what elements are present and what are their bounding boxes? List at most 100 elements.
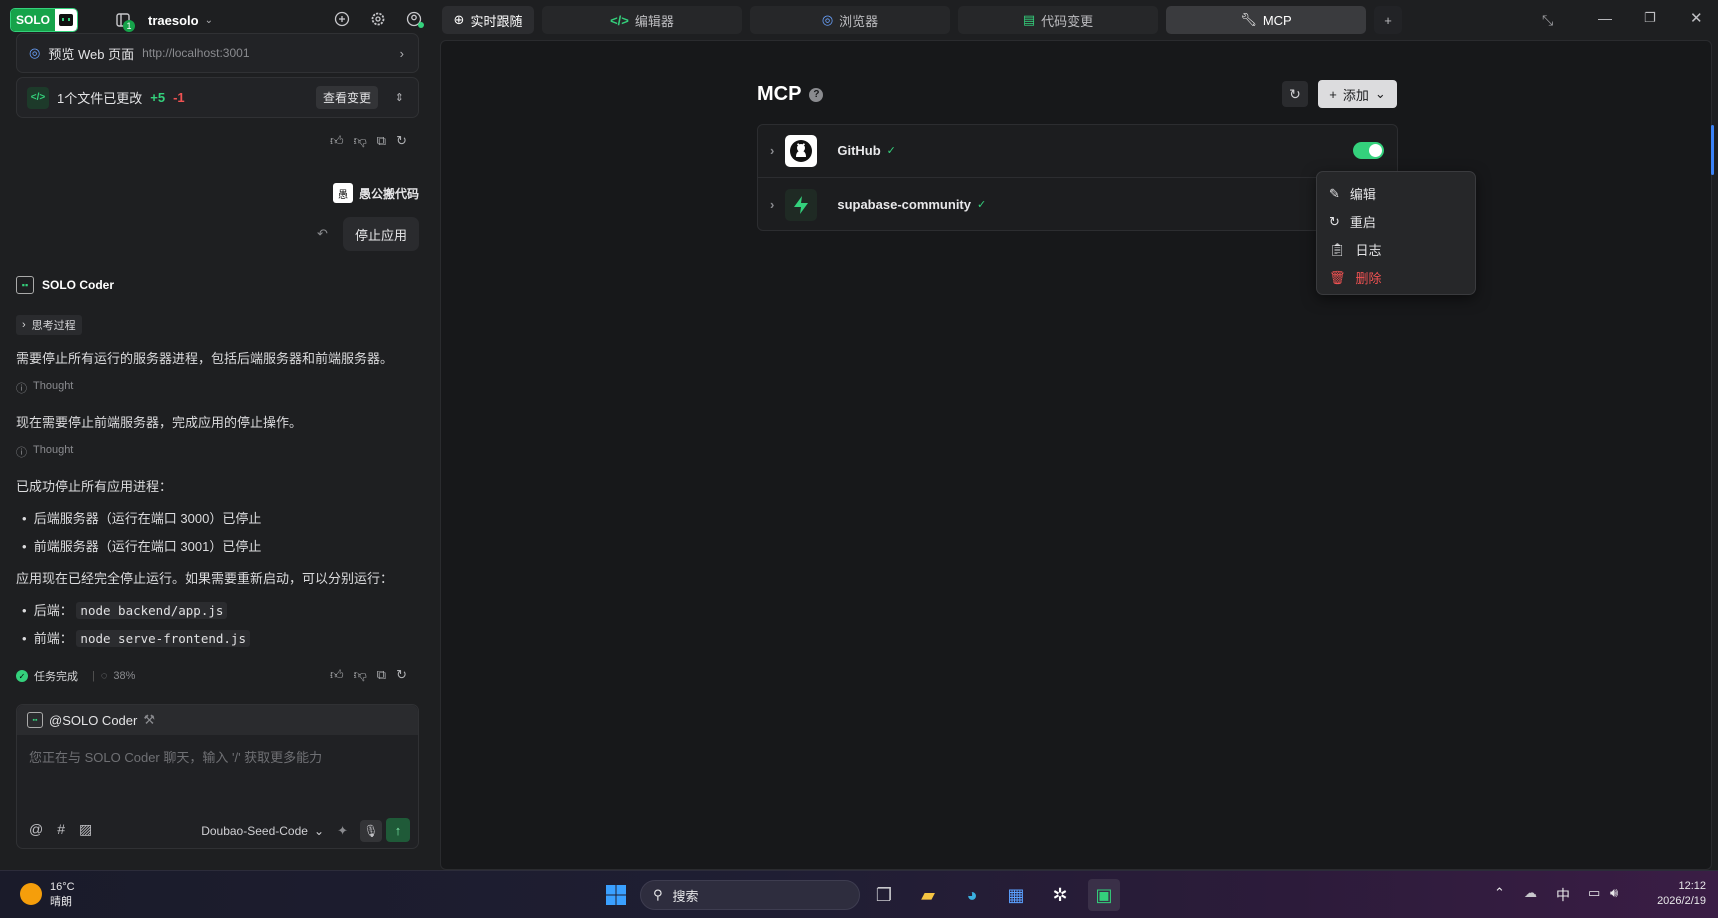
- server-row-github[interactable]: › GitHub ✓: [757, 124, 1398, 177]
- app-icon[interactable]: ✲: [1044, 879, 1076, 911]
- volume-icon[interactable]: 🔊︎: [1610, 885, 1618, 901]
- cloud-icon[interactable]: ☁: [1524, 885, 1537, 901]
- chat-panel: ◎ 预览 Web 页面 http://localhost:3001 › </> …: [0, 33, 437, 870]
- close-button[interactable]: ✕: [1690, 9, 1703, 27]
- mic-icon[interactable]: 🎙︎: [360, 820, 382, 842]
- preview-card[interactable]: ◎ 预览 Web 页面 http://localhost:3001 ›: [16, 33, 419, 73]
- tab-editor[interactable]: </> 编辑器: [542, 6, 742, 34]
- add-tab-button[interactable]: +: [1374, 6, 1402, 34]
- chevron-down-icon: ⌄: [1374, 86, 1386, 101]
- panel-icon[interactable]: 1: [114, 11, 136, 32]
- model-select[interactable]: Doubao-Seed-Code ⌄: [201, 824, 324, 838]
- cmd-frontend: • 前端： node serve-frontend.js: [22, 628, 250, 647]
- chat-input[interactable]: 您正在与 SOLO Coder 聊天，输入 '/' 获取更多能力: [29, 747, 322, 766]
- hash-icon[interactable]: #: [57, 821, 65, 838]
- network-icon[interactable]: ▭: [1588, 885, 1600, 901]
- retry-icon[interactable]: ↻: [396, 667, 407, 683]
- add-button[interactable]: + 添加 ⌄: [1318, 80, 1397, 108]
- restore-button[interactable]: ❐: [1644, 10, 1656, 26]
- tools-icon[interactable]: ⚒: [143, 712, 155, 728]
- thumbs-up-icon[interactable]: 👍︎: [330, 133, 344, 149]
- trae-icon[interactable]: ▣: [1088, 879, 1120, 911]
- tab-bar: ⊕ 实时跟随 </> 编辑器 ◎ 浏览器 ▤ 代码变更 🔧︎ MCP + ⤡ — ❐ ✕: [438, 0, 1718, 40]
- chevron-down-icon[interactable]: ⌄: [205, 15, 213, 26]
- thinking-toggle[interactable]: › 思考过程: [16, 315, 82, 335]
- chevron-up-icon[interactable]: ⌃: [1494, 885, 1505, 901]
- mention-text[interactable]: @SOLO Coder: [49, 713, 137, 728]
- thumbs-down-icon[interactable]: 👎︎: [354, 133, 367, 149]
- expand-icon[interactable]: ⇕: [395, 91, 404, 104]
- minimize-button[interactable]: —: [1598, 10, 1612, 26]
- sparkle-icon[interactable]: ✦: [337, 823, 348, 839]
- code-icon: </>: [610, 12, 629, 28]
- image-icon[interactable]: ▨: [79, 821, 92, 838]
- logo-text: SOLO: [11, 9, 56, 31]
- at-icon[interactable]: @: [29, 821, 43, 838]
- chevron-right-icon[interactable]: ›: [770, 197, 774, 212]
- chevron-right-icon: ›: [22, 319, 26, 331]
- agent-line-1: 需要停止所有运行的服务器进程，包括后端服务器和前端服务器。: [16, 351, 394, 366]
- chevron-right-icon: ›: [399, 45, 404, 61]
- retry-icon[interactable]: ↻: [396, 133, 407, 149]
- clock[interactable]: 12:12 2026/2/19: [1640, 879, 1706, 909]
- menu-item-edit[interactable]: ✎ 编辑: [1329, 184, 1376, 203]
- tab-code-changes[interactable]: ▤ 代码变更: [958, 6, 1158, 34]
- scrollbar[interactable]: [1711, 125, 1714, 175]
- weather-widget[interactable]: 16°C 晴朗: [50, 880, 75, 910]
- tab-mcp[interactable]: 🔧︎ MCP: [1166, 6, 1366, 34]
- clipboard-icon: 📋︎: [1329, 241, 1346, 257]
- server-name: GitHub: [837, 143, 881, 158]
- feedback-row: 👍︎ 👎︎ ⧉ ↻: [330, 133, 407, 149]
- sun-icon[interactable]: [20, 883, 42, 905]
- folder-icon[interactable]: ▰: [912, 879, 944, 911]
- enable-toggle[interactable]: [1353, 142, 1384, 159]
- edge-icon[interactable]: ◕: [956, 879, 988, 911]
- agent-line-3: 已成功停止所有应用进程：: [16, 479, 173, 494]
- robot-icon: ▪▪: [27, 712, 43, 728]
- tab-realtime[interactable]: ⊕ 实时跟随: [442, 6, 534, 34]
- agent-header: ▪▪ SOLO Coder: [16, 276, 114, 294]
- pencil-icon: ✎: [1329, 185, 1340, 201]
- gear-icon[interactable]: [370, 11, 386, 27]
- new-chat-icon[interactable]: [334, 11, 350, 27]
- collapse-icon[interactable]: ⤡: [1542, 12, 1553, 29]
- account-icon[interactable]: [406, 11, 424, 28]
- menu-item-delete[interactable]: 🗑︎ 删除: [1329, 268, 1382, 287]
- chevron-down-icon: ⌄: [313, 824, 324, 838]
- project-name[interactable]: traesolo: [148, 13, 199, 28]
- refresh-button[interactable]: ↻: [1282, 81, 1308, 107]
- menu-item-restart[interactable]: ↻ 重启: [1329, 212, 1376, 231]
- copy-icon[interactable]: ⧉: [377, 667, 386, 683]
- preview-label: 预览 Web 页面: [48, 46, 135, 62]
- agent-name: SOLO Coder: [42, 278, 115, 292]
- task-view-icon[interactable]: ❐: [868, 879, 900, 911]
- thought-2[interactable]: ⓘ Thought: [16, 444, 73, 460]
- search-box[interactable]: ⚲ 搜索: [640, 880, 860, 910]
- user-message: 停止应用: [343, 217, 419, 251]
- copy-icon[interactable]: ⧉: [377, 133, 386, 149]
- thumbs-up-icon[interactable]: 👍︎: [330, 667, 344, 683]
- bullet-2: • 前端服务器（运行在端口 3001）已停止: [22, 539, 262, 554]
- info-icon: ⓘ: [16, 383, 27, 395]
- undo-icon[interactable]: ↶: [317, 226, 328, 242]
- agent-line-2: 现在需要停止前端服务器，完成应用的停止操作。: [16, 415, 303, 430]
- tab-browser[interactable]: ◎ 浏览器: [750, 6, 950, 34]
- send-button[interactable]: ↑: [386, 818, 410, 842]
- robot-icon: [55, 9, 78, 31]
- view-changes-button[interactable]: 查看变更: [315, 86, 378, 109]
- thumbs-down-icon[interactable]: 👎︎: [354, 667, 367, 683]
- chevron-right-icon[interactable]: ›: [770, 143, 774, 158]
- store-icon[interactable]: ▦: [1000, 879, 1032, 911]
- server-row-supabase[interactable]: › supabase-community ✓: [757, 178, 1398, 231]
- restart-icon: ↻: [1329, 213, 1340, 229]
- windows-start-icon[interactable]: [600, 879, 632, 911]
- menu-item-logs[interactable]: 📋︎ 日志: [1329, 240, 1382, 259]
- preview-url[interactable]: http://localhost:3001: [142, 46, 249, 60]
- agent-line-4: 应用现在已经完全停止运行。如果需要重新启动，可以分别运行：: [16, 571, 394, 586]
- ime-indicator[interactable]: 中: [1556, 885, 1570, 905]
- help-icon[interactable]: ?: [809, 87, 824, 102]
- compass-icon: ◎: [29, 45, 41, 60]
- thought-1[interactable]: ⓘ Thought: [16, 380, 73, 396]
- added-count: +5: [150, 90, 166, 105]
- notification-badge: 1: [123, 20, 136, 32]
